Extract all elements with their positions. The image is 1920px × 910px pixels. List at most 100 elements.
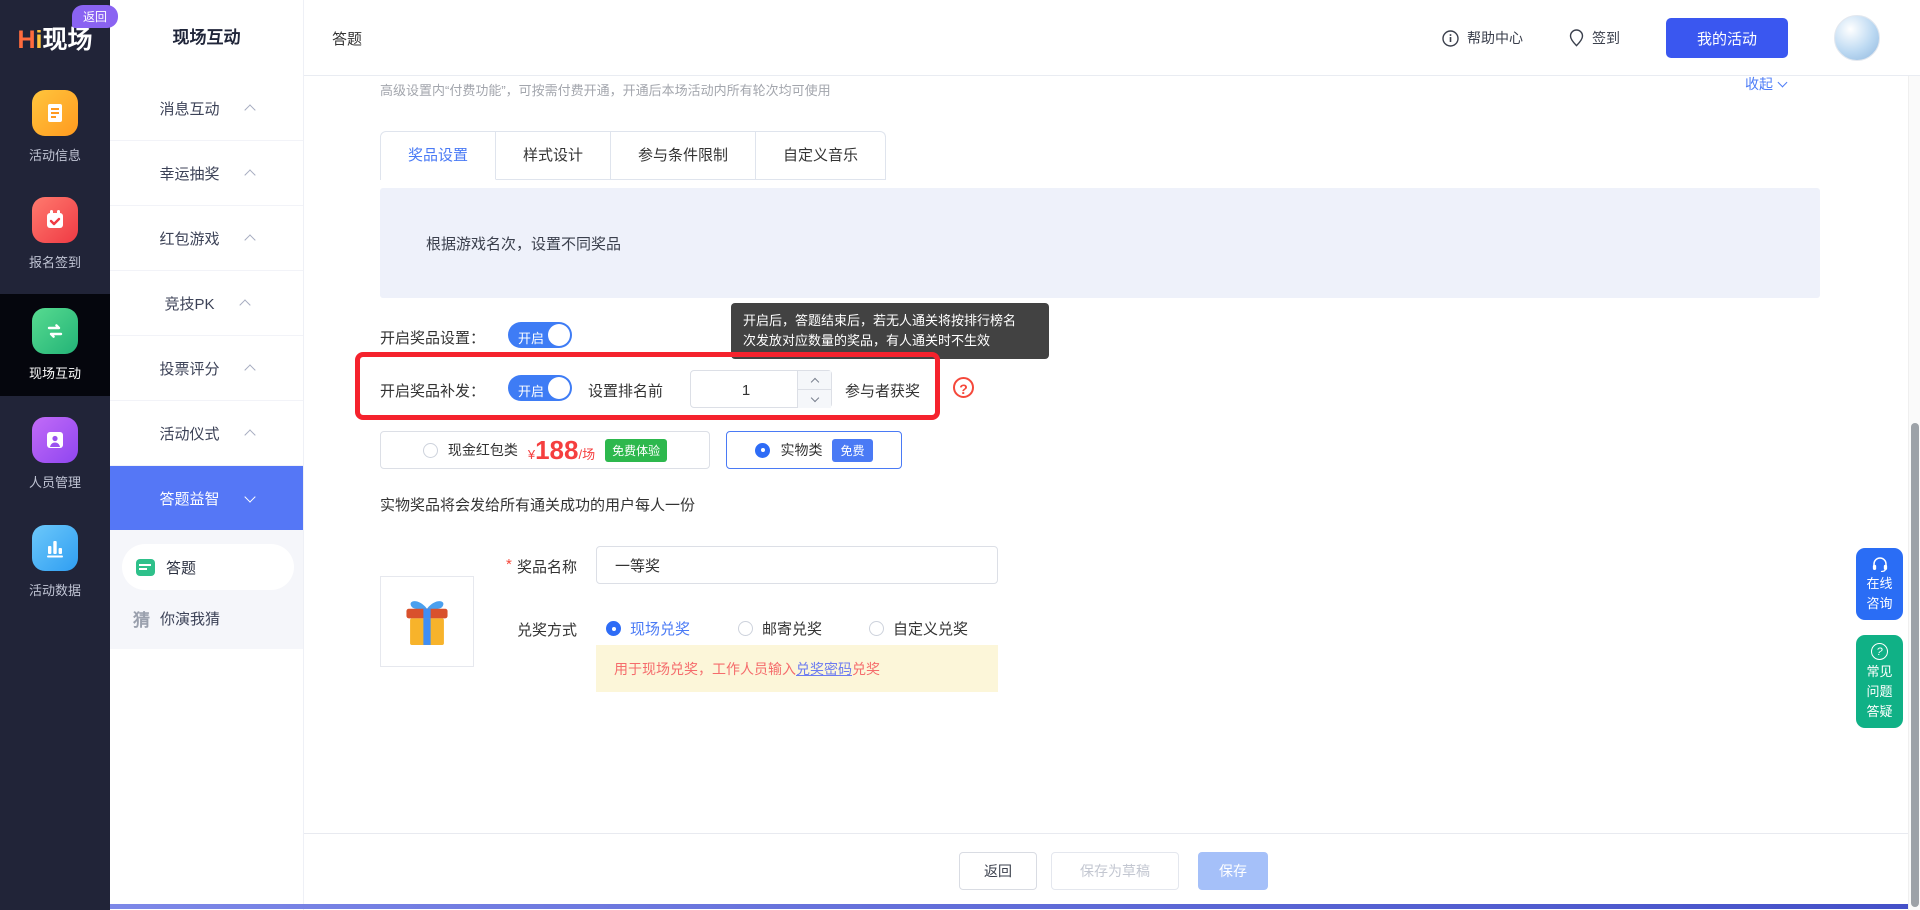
menu-label: 幸运抽奖 bbox=[159, 163, 219, 184]
checkin-label: 签到 bbox=[1592, 28, 1620, 48]
redeem-option-onsite[interactable]: 现场兑奖 bbox=[606, 618, 690, 639]
help-center-link[interactable]: 帮助中心 bbox=[1442, 28, 1523, 48]
back-button[interactable]: 返回 bbox=[959, 852, 1037, 890]
rail-item-personnel[interactable]: 人员管理 bbox=[0, 403, 110, 505]
sidebar-item-pk[interactable]: 竞技PK bbox=[110, 271, 303, 336]
sidebar-item-redpacket[interactable]: 红包游戏 bbox=[110, 206, 303, 271]
chevron-down-icon bbox=[244, 491, 255, 502]
live-interaction-icon bbox=[32, 308, 78, 354]
reissue-toggle[interactable]: 开启 bbox=[508, 375, 572, 401]
faq-widget[interactable]: ? 常见 问题 答疑 bbox=[1856, 635, 1903, 728]
rail-item-live-interaction[interactable]: 现场互动 bbox=[0, 294, 110, 396]
menu-label: 活动仪式 bbox=[159, 423, 219, 444]
gift-icon bbox=[398, 593, 456, 651]
redeem-option-custom[interactable]: 自定义兑奖 bbox=[869, 618, 968, 639]
redeem-method-label: 兑奖方式 bbox=[517, 619, 577, 640]
sidebar-item-ceremony[interactable]: 活动仪式 bbox=[110, 401, 303, 466]
page-title: 答题 bbox=[332, 28, 362, 49]
redeem-option-label: 自定义兑奖 bbox=[893, 618, 968, 639]
price-amount: 188 bbox=[535, 435, 578, 465]
sidebar-item-vote[interactable]: 投票评分 bbox=[110, 336, 303, 401]
back-badge[interactable]: 返回 bbox=[72, 5, 118, 28]
rail-label: 活动信息 bbox=[29, 145, 81, 164]
reissue-suffix-label: 参与者获奖 bbox=[845, 380, 920, 401]
radio-unselected-icon[interactable] bbox=[423, 443, 438, 458]
prize-switch-label: 开启奖品设置： bbox=[380, 327, 485, 348]
activity-data-icon bbox=[32, 525, 78, 571]
toggle-on-label: 开启 bbox=[518, 381, 544, 400]
quiz-icon bbox=[136, 559, 155, 576]
rail-item-activity-info[interactable]: 活动信息 bbox=[0, 76, 110, 178]
tab-custom-music[interactable]: 自定义音乐 bbox=[756, 132, 885, 180]
radio-unselected-icon bbox=[738, 621, 753, 636]
prize-switch-toggle[interactable]: 开启 bbox=[508, 322, 572, 348]
avatar[interactable] bbox=[1834, 15, 1880, 61]
redeem-option-mail[interactable]: 邮寄兑奖 bbox=[738, 618, 822, 639]
chevron-up-icon bbox=[244, 429, 255, 440]
rail-label: 报名签到 bbox=[29, 252, 81, 271]
save-draft-button[interactable]: 保存为草稿 bbox=[1051, 852, 1179, 890]
toggle-knob bbox=[548, 324, 570, 346]
sidebar-item-message[interactable]: 消息互动 bbox=[110, 76, 303, 141]
sidebar-item-quiz-group[interactable]: 答题益智 bbox=[110, 466, 303, 530]
header-actions: 帮助中心 签到 我的活动 bbox=[1442, 0, 1880, 76]
rank-number-input bbox=[690, 370, 832, 408]
cash-prize-card[interactable]: 现金红包类 ¥188/场 免费体验 bbox=[380, 431, 710, 469]
logo-text: 现场 bbox=[43, 26, 93, 54]
redeem-note-suffix: 兑奖 bbox=[852, 659, 880, 679]
prize-name-label: 奖品名称 bbox=[517, 556, 577, 577]
save-button[interactable]: 保存 bbox=[1198, 852, 1268, 890]
toggle-knob bbox=[548, 377, 570, 399]
tab-participation-limit[interactable]: 参与条件限制 bbox=[611, 132, 756, 180]
sidebar-item-lottery[interactable]: 幸运抽奖 bbox=[110, 141, 303, 206]
collapse-label: 收起 bbox=[1745, 74, 1773, 94]
scrollbar-thumb[interactable] bbox=[1911, 423, 1919, 907]
redeem-password-link[interactable]: 兑奖密码 bbox=[796, 659, 852, 679]
my-activities-button[interactable]: 我的活动 bbox=[1666, 18, 1788, 58]
redeem-option-label: 邮寄兑奖 bbox=[762, 618, 822, 639]
tooltip-line: 开启后，答题结束后，若无人通关将按排行榜名 bbox=[743, 311, 1037, 331]
spinner-down-button[interactable] bbox=[798, 390, 831, 408]
activity-info-icon bbox=[32, 90, 78, 136]
interaction-sidebar: 现场互动 消息互动 幸运抽奖 红包游戏 竞技PK 投票评分 活动仪式 答题益智 … bbox=[110, 0, 304, 910]
submenu-item-quiz[interactable]: 答题 bbox=[122, 544, 294, 590]
radio-selected-icon[interactable] bbox=[755, 443, 770, 458]
rail-label: 活动数据 bbox=[29, 580, 81, 599]
chevron-down-icon bbox=[810, 393, 818, 401]
physical-note: 实物奖品将会发给所有通关成功的用户每人一份 bbox=[380, 494, 695, 515]
rail-label: 人员管理 bbox=[29, 472, 81, 491]
redeem-option-label: 现场兑奖 bbox=[630, 618, 690, 639]
collapse-toggle[interactable]: 收起 bbox=[1745, 74, 1786, 94]
question-mark-icon[interactable]: ? bbox=[953, 377, 974, 398]
tab-style-design[interactable]: 样式设计 bbox=[496, 132, 611, 180]
rail-item-activity-data[interactable]: 活动数据 bbox=[0, 511, 110, 613]
chevron-up-icon bbox=[239, 299, 250, 310]
rail-item-signup-checkin[interactable]: 报名签到 bbox=[0, 183, 110, 285]
paid-feature-notice: 高级设置内“付费功能”，可按需付费开通，开通后本场活动内所有轮次均可使用 bbox=[380, 80, 831, 99]
redeem-note-prefix: 用于现场兑奖，工作人员输入 bbox=[614, 659, 796, 679]
spinner-up-button[interactable] bbox=[798, 371, 831, 390]
required-asterisk: * bbox=[506, 556, 512, 573]
cash-card-label: 现金红包类 bbox=[448, 440, 518, 460]
checkin-link[interactable]: 签到 bbox=[1569, 28, 1620, 48]
guess-icon: 猜 bbox=[133, 606, 150, 631]
radio-selected-icon bbox=[606, 621, 621, 636]
submenu-item-guess[interactable]: 猜 你演我猜 bbox=[110, 606, 303, 631]
signup-checkin-icon bbox=[32, 197, 78, 243]
menu-label: 红包游戏 bbox=[159, 228, 219, 249]
scrollbar-track[interactable] bbox=[1908, 76, 1920, 910]
prize-image[interactable] bbox=[380, 576, 474, 667]
online-consult-widget[interactable]: 在线 咨询 bbox=[1856, 548, 1903, 620]
prize-name-field[interactable] bbox=[597, 547, 997, 583]
location-pin-icon bbox=[1569, 29, 1584, 47]
tab-prize-settings[interactable]: 奖品设置 bbox=[381, 132, 496, 180]
reissue-label: 开启奖品补发： bbox=[380, 380, 485, 401]
bottom-accent-bar bbox=[110, 904, 1920, 909]
menu-label: 答题益智 bbox=[159, 488, 219, 509]
rank-number-field[interactable] bbox=[691, 371, 801, 409]
tooltip-line: 次发放对应数量的奖品，有人通关时不生效 bbox=[743, 331, 1037, 351]
menu-label: 消息互动 bbox=[159, 98, 219, 119]
redeem-note: 用于现场兑奖，工作人员输入兑奖密码兑奖 bbox=[596, 645, 998, 692]
footer-divider bbox=[304, 833, 1920, 834]
physical-prize-card[interactable]: 实物类 免费 bbox=[726, 431, 902, 469]
